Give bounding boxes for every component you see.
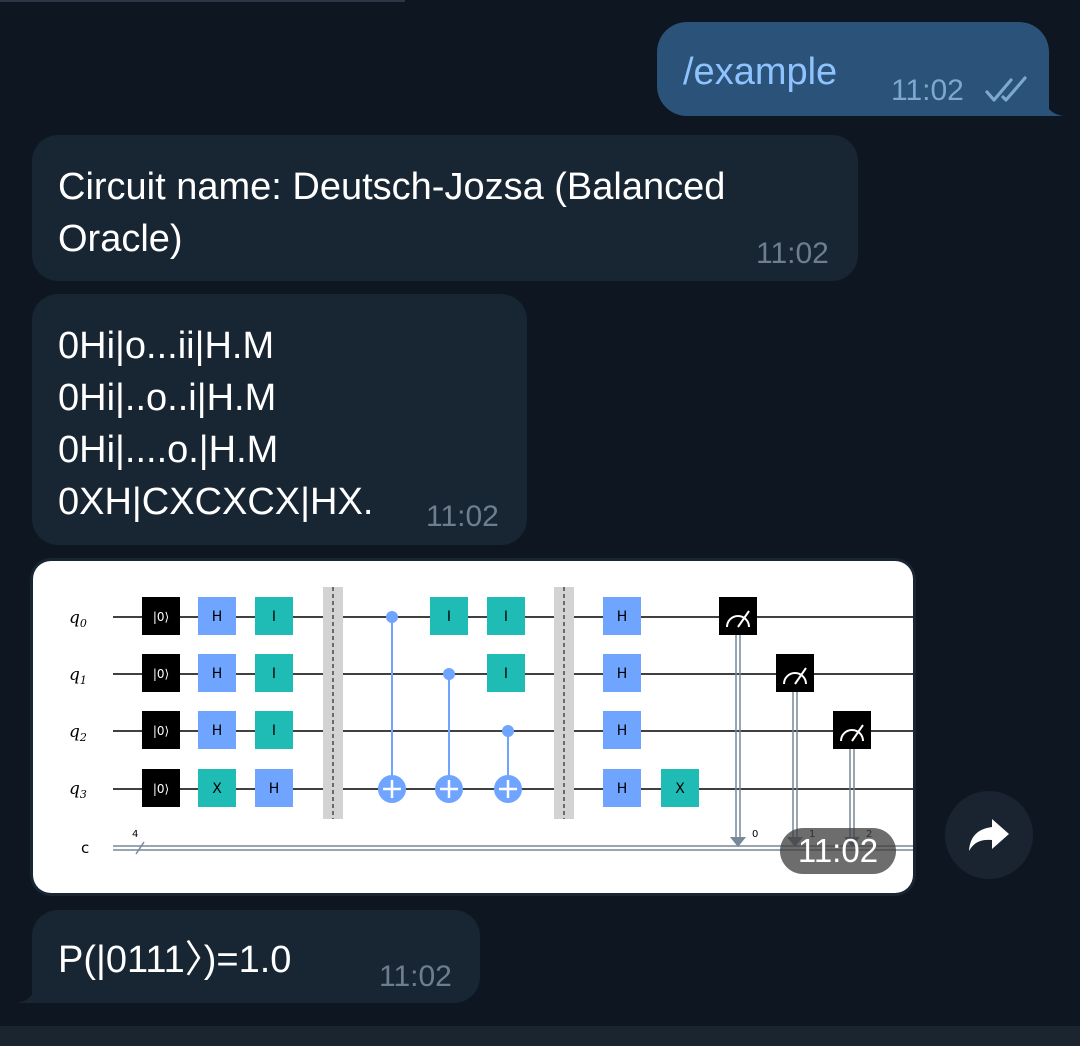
x-gate: X <box>198 769 236 807</box>
barrier <box>323 587 343 819</box>
svg-text:|0⟩: |0⟩ <box>153 610 169 624</box>
svg-text:H: H <box>212 666 223 682</box>
ascii-line: 0XH|CXCXCX|HX. <box>58 481 374 523</box>
incoming-message[interactable]: P(|0111〉)=1.0 11:02 <box>32 910 480 1003</box>
ascii-line: 0Hi|....o.|H.M <box>58 429 279 471</box>
message-time: 11:02 <box>756 237 829 270</box>
svg-text:I: I <box>504 609 508 625</box>
svg-text:H: H <box>617 666 628 682</box>
svg-text:I: I <box>272 666 276 682</box>
svg-text:H: H <box>617 723 628 739</box>
h-gate: H <box>603 711 641 749</box>
classical-label: c <box>81 839 89 857</box>
i-gate: I <box>430 597 468 635</box>
ascii-line: 0Hi|o...ii|H.M <box>58 325 275 367</box>
h-gate: H <box>198 711 236 749</box>
h-gate: H <box>603 597 641 635</box>
cx-gate <box>494 725 522 803</box>
top-divider <box>0 0 405 2</box>
classical-width: 4 <box>132 829 138 840</box>
qubit-label: q <box>69 608 80 628</box>
svg-text:H: H <box>212 723 223 739</box>
svg-text:|0⟩: |0⟩ <box>153 667 169 681</box>
i-gate: I <box>255 711 293 749</box>
qubit-label: q <box>69 665 80 685</box>
double-check-icon <box>985 76 1027 102</box>
svg-text:|0⟩: |0⟩ <box>153 782 169 796</box>
incoming-message[interactable]: 0Hi|o...ii|H.M 0Hi|..o..i|H.M 0Hi|....o.… <box>32 294 527 545</box>
qubit-label: q <box>69 779 80 799</box>
svg-text:|0⟩: |0⟩ <box>153 724 169 738</box>
barrier <box>554 587 574 819</box>
message-line: Oracle) <box>58 218 183 260</box>
image-time: 11:02 <box>780 828 896 874</box>
bottom-bar <box>0 1026 1080 1046</box>
qubit-label: q <box>69 722 80 742</box>
message-text: /example <box>683 51 838 93</box>
svg-text:q3: q3 <box>69 779 87 801</box>
h-gate: H <box>198 597 236 635</box>
svg-text:X: X <box>212 781 222 797</box>
svg-text:q0: q0 <box>69 608 87 630</box>
i-gate: I <box>487 654 525 692</box>
i-gate: I <box>487 597 525 635</box>
svg-text:H: H <box>212 609 223 625</box>
svg-text:H: H <box>269 781 280 797</box>
svg-text:q2: q2 <box>69 722 87 744</box>
cx-gate <box>435 668 463 803</box>
share-button[interactable] <box>945 791 1033 879</box>
ascii-line: 0Hi|..o..i|H.M <box>58 377 277 419</box>
message-time: 11:02 <box>426 500 499 533</box>
svg-text:I: I <box>272 723 276 739</box>
svg-text:X: X <box>675 781 685 797</box>
measure-gate: 0 <box>719 597 758 847</box>
svg-text:I: I <box>272 609 276 625</box>
i-gate: I <box>255 597 293 635</box>
i-gate: I <box>255 654 293 692</box>
message-line: Circuit name: Deutsch-Jozsa (Balanced <box>58 166 726 208</box>
message-text: P(|0111〉)=1.0 <box>58 939 292 981</box>
outgoing-message[interactable]: /example 11:02 <box>657 22 1049 116</box>
incoming-message[interactable]: Circuit name: Deutsch-Jozsa (Balanced Or… <box>32 135 858 281</box>
bubble-tail-in <box>16 983 36 1003</box>
svg-text:H: H <box>617 609 628 625</box>
init-gate: |0⟩ <box>142 597 180 635</box>
h-gate: H <box>603 769 641 807</box>
init-gate: |0⟩ <box>142 711 180 749</box>
h-gate: H <box>603 654 641 692</box>
share-icon <box>969 819 1009 851</box>
message-time: 11:02 <box>891 74 964 107</box>
message-time: 11:02 <box>379 960 452 993</box>
init-gate: |0⟩ <box>142 769 180 807</box>
svg-text:I: I <box>504 666 508 682</box>
svg-text:I: I <box>447 609 451 625</box>
init-gate: |0⟩ <box>142 654 180 692</box>
measure-gate: 1 <box>776 654 815 847</box>
cx-gate <box>378 611 406 803</box>
x-gate: X <box>661 769 699 807</box>
h-gate: H <box>198 654 236 692</box>
bubble-tail-out <box>1044 96 1064 116</box>
svg-text:0: 0 <box>752 829 758 840</box>
svg-text:q1: q1 <box>69 665 87 687</box>
svg-text:H: H <box>617 781 628 797</box>
measure-gate: 2 <box>833 711 872 847</box>
h-gate: H <box>255 769 293 807</box>
